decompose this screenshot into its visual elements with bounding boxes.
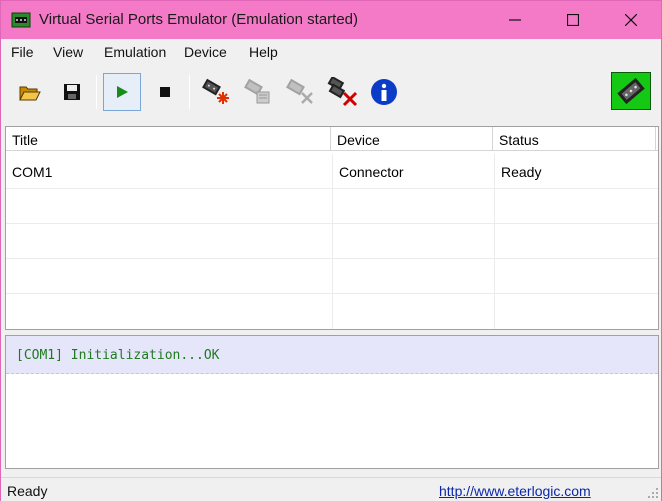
table-row[interactable]: COM1 Connector Ready: [6, 154, 658, 189]
new-device-icon: [202, 78, 229, 104]
start-emulation-button[interactable]: [103, 73, 141, 111]
log-pane[interactable]: [COM1] Initialization...OK: [5, 335, 659, 469]
maximize-button[interactable]: [544, 1, 602, 39]
cell-title: COM1: [6, 154, 333, 189]
serial-port-app-icon: [11, 11, 31, 29]
about-button[interactable]: [365, 73, 403, 111]
menu-help[interactable]: Help: [249, 44, 278, 60]
log-line: [COM1] Initialization...OK: [6, 336, 658, 374]
save-button[interactable]: [53, 73, 91, 111]
status-text: Ready: [7, 483, 48, 499]
toolbar-separator: [96, 75, 97, 109]
delete-all-devices-button[interactable]: [323, 73, 361, 111]
table-row: [6, 294, 658, 329]
status-bar: Ready http://www.eterlogic.com: [1, 477, 661, 501]
menu-view[interactable]: View: [53, 44, 83, 60]
delete-all-devices-icon: [327, 77, 358, 107]
menu-device[interactable]: Device: [184, 44, 227, 60]
website-link[interactable]: http://www.eterlogic.com: [439, 483, 591, 499]
toolbar-separator: [189, 75, 190, 109]
delete-device-button[interactable]: [281, 73, 319, 111]
column-header-device[interactable]: Device: [331, 127, 493, 151]
table-row: [6, 189, 658, 224]
connector-logo-icon: [611, 72, 651, 110]
device-properties-button[interactable]: [239, 73, 277, 111]
new-device-button[interactable]: [197, 73, 235, 111]
maximize-icon: [567, 14, 579, 26]
menu-bar: File View Emulation Device Help: [1, 39, 661, 65]
main-window: Virtual Serial Ports Emulator (Emulation…: [0, 0, 662, 501]
save-icon: [64, 84, 80, 100]
info-icon: [371, 79, 397, 105]
open-folder-icon: [19, 86, 41, 101]
stop-icon: [160, 87, 170, 97]
resize-grip-icon[interactable]: [647, 487, 659, 499]
table-row: [6, 224, 658, 259]
delete-device-icon: [286, 78, 313, 104]
open-button[interactable]: [11, 73, 49, 111]
minimize-button[interactable]: [486, 1, 544, 39]
cell-status: Ready: [501, 164, 542, 180]
table-row: [6, 259, 658, 294]
stop-emulation-button[interactable]: [146, 73, 184, 111]
minimize-icon: [509, 19, 521, 21]
title-bar[interactable]: Virtual Serial Ports Emulator (Emulation…: [1, 1, 661, 39]
menu-emulation[interactable]: Emulation: [104, 44, 166, 60]
log-line-text: [COM1] Initialization...OK: [16, 348, 220, 363]
close-button[interactable]: [602, 1, 660, 39]
toolbar: [1, 65, 661, 123]
column-header-status[interactable]: Status: [493, 127, 656, 151]
device-properties-icon: [244, 78, 270, 104]
list-header: Title Device Status: [6, 127, 658, 151]
window-title: Virtual Serial Ports Emulator (Emulation…: [39, 11, 359, 28]
close-icon: [625, 14, 637, 26]
device-list[interactable]: Title Device Status COM1 Connector Ready: [5, 126, 659, 330]
connector-logo: [609, 69, 653, 113]
cell-device: Connector: [333, 154, 495, 189]
play-icon: [117, 86, 128, 98]
menu-file[interactable]: File: [11, 44, 34, 60]
column-header-title[interactable]: Title: [6, 127, 331, 151]
